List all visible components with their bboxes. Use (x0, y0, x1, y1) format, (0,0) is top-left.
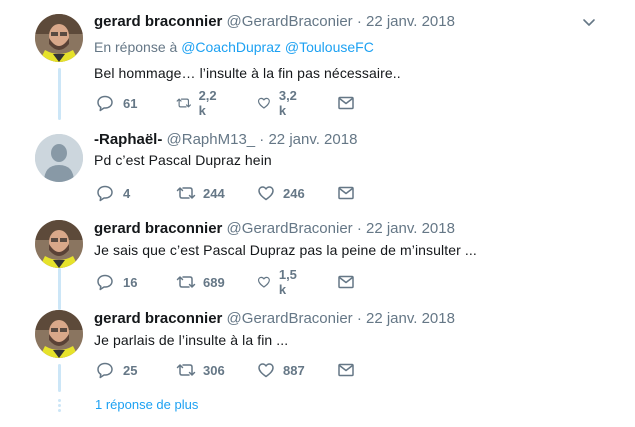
retweet-count: 2,2 k (198, 88, 217, 118)
tweet-text: Je sais que c’est Pascal Dupraz pas la p… (94, 242, 477, 258)
message-icon (338, 275, 354, 289)
retweet-button[interactable]: 244 (176, 183, 225, 203)
avatar[interactable] (35, 14, 83, 62)
tweet-header: -Raphaël- @RaphM13_ · 22 janv. 2018 (94, 131, 357, 149)
separator-dot: · (356, 220, 362, 237)
tweet[interactable]: gerard braconnier @GerardBraconier · 22 … (0, 212, 635, 306)
author-name[interactable]: gerard braconnier (94, 310, 222, 327)
retweet-button[interactable]: 306 (176, 360, 225, 380)
reply-count: 61 (123, 95, 138, 111)
like-button[interactable]: 3,2 k (257, 88, 301, 118)
retweet-icon (176, 276, 196, 288)
reply-count: 4 (123, 185, 131, 201)
timestamp[interactable]: 22 janv. 2018 (366, 220, 455, 237)
avatar[interactable] (35, 220, 83, 268)
like-count: 3,2 k (278, 88, 297, 118)
direct-message-button[interactable] (337, 183, 355, 203)
reply-button[interactable]: 25 (96, 360, 137, 380)
avatar-photo (35, 310, 83, 358)
tweet[interactable]: gerard braconnier @GerardBraconier · 22 … (0, 0, 635, 120)
retweet-count: 244 (203, 185, 225, 201)
timestamp[interactable]: 22 janv. 2018 (366, 310, 455, 327)
avatar-photo (35, 220, 83, 268)
reply-context: En réponse à @CoachDupraz @ToulouseFC (94, 39, 374, 55)
default-profile-icon (35, 134, 83, 182)
retweet-button[interactable]: 2,2 k (176, 88, 221, 118)
reply-button[interactable]: 61 (96, 93, 137, 113)
avatar[interactable] (35, 310, 83, 358)
like-icon (257, 276, 270, 288)
like-icon (258, 186, 274, 201)
message-icon (338, 363, 354, 377)
author-handle[interactable]: @GerardBraconier (227, 13, 353, 30)
author-name[interactable]: gerard braconnier (94, 220, 222, 237)
like-button[interactable]: 1,5 k (257, 267, 301, 297)
reply-button[interactable]: 16 (96, 272, 137, 292)
author-handle[interactable]: @GerardBraconier (227, 310, 353, 327)
reply-count: 16 (123, 274, 138, 290)
author-handle[interactable]: @GerardBraconier (227, 220, 353, 237)
like-count: 246 (283, 185, 305, 201)
reply-button[interactable]: 4 (96, 183, 130, 203)
like-button[interactable]: 246 (257, 183, 305, 203)
direct-message-button[interactable] (337, 272, 355, 292)
like-count: 1,5 k (278, 267, 297, 297)
direct-message-button[interactable] (337, 360, 355, 380)
avatar[interactable] (35, 134, 83, 182)
like-button[interactable]: 887 (257, 360, 305, 380)
author-handle[interactable]: @RaphM13_ (167, 131, 256, 148)
tweet-text: Pd c’est Pascal Dupraz hein (94, 152, 272, 168)
reply-prefix: En réponse à (94, 39, 178, 55)
reply-icon (97, 95, 113, 112)
retweet-icon (176, 364, 196, 376)
retweet-button[interactable]: 689 (176, 272, 225, 292)
reply-icon (97, 362, 113, 379)
timestamp[interactable]: 22 janv. 2018 (366, 13, 455, 30)
author-name[interactable]: gerard braconnier (94, 13, 222, 30)
show-more-replies-link[interactable]: 1 réponse de plus (95, 397, 198, 412)
mention-link[interactable]: @CoachDupraz (181, 39, 281, 55)
tweet[interactable]: -Raphaël- @RaphM13_ · 22 janv. 2018 Pd c… (0, 120, 635, 212)
direct-message-button[interactable] (337, 93, 355, 113)
reply-icon (97, 274, 113, 291)
separator-dot: · (259, 131, 265, 148)
like-icon (257, 97, 270, 109)
avatar-photo (35, 14, 83, 62)
thread-dots (58, 399, 61, 414)
retweet-count: 689 (203, 274, 225, 290)
chevron-down-icon[interactable] (582, 15, 596, 29)
tweet-header: gerard braconnier @GerardBraconier · 22 … (94, 310, 455, 328)
tweet[interactable]: gerard braconnier @GerardBraconier · 22 … (0, 306, 635, 386)
message-icon (338, 186, 354, 200)
reply-count: 25 (123, 362, 138, 378)
timestamp[interactable]: 22 janv. 2018 (268, 131, 357, 148)
reply-icon (97, 185, 113, 202)
message-icon (338, 96, 354, 110)
author-name[interactable]: -Raphaël- (94, 131, 162, 148)
mention-link[interactable]: @ToulouseFC (285, 39, 374, 55)
separator-dot: · (356, 13, 362, 30)
tweet-header: gerard braconnier @GerardBraconier · 22 … (94, 220, 455, 238)
retweet-icon (176, 98, 191, 108)
retweet-icon (176, 187, 196, 199)
retweet-count: 306 (203, 362, 225, 378)
like-count: 887 (283, 362, 305, 378)
separator-dot: · (356, 310, 362, 327)
tweet-text: Bel hommage… l’insulte à la fin pas néce… (94, 65, 401, 81)
tweet-header: gerard braconnier @GerardBraconier · 22 … (94, 13, 455, 31)
like-icon (258, 363, 274, 378)
tweet-text: Je parlais de l’insulte à la fin ... (94, 332, 289, 348)
